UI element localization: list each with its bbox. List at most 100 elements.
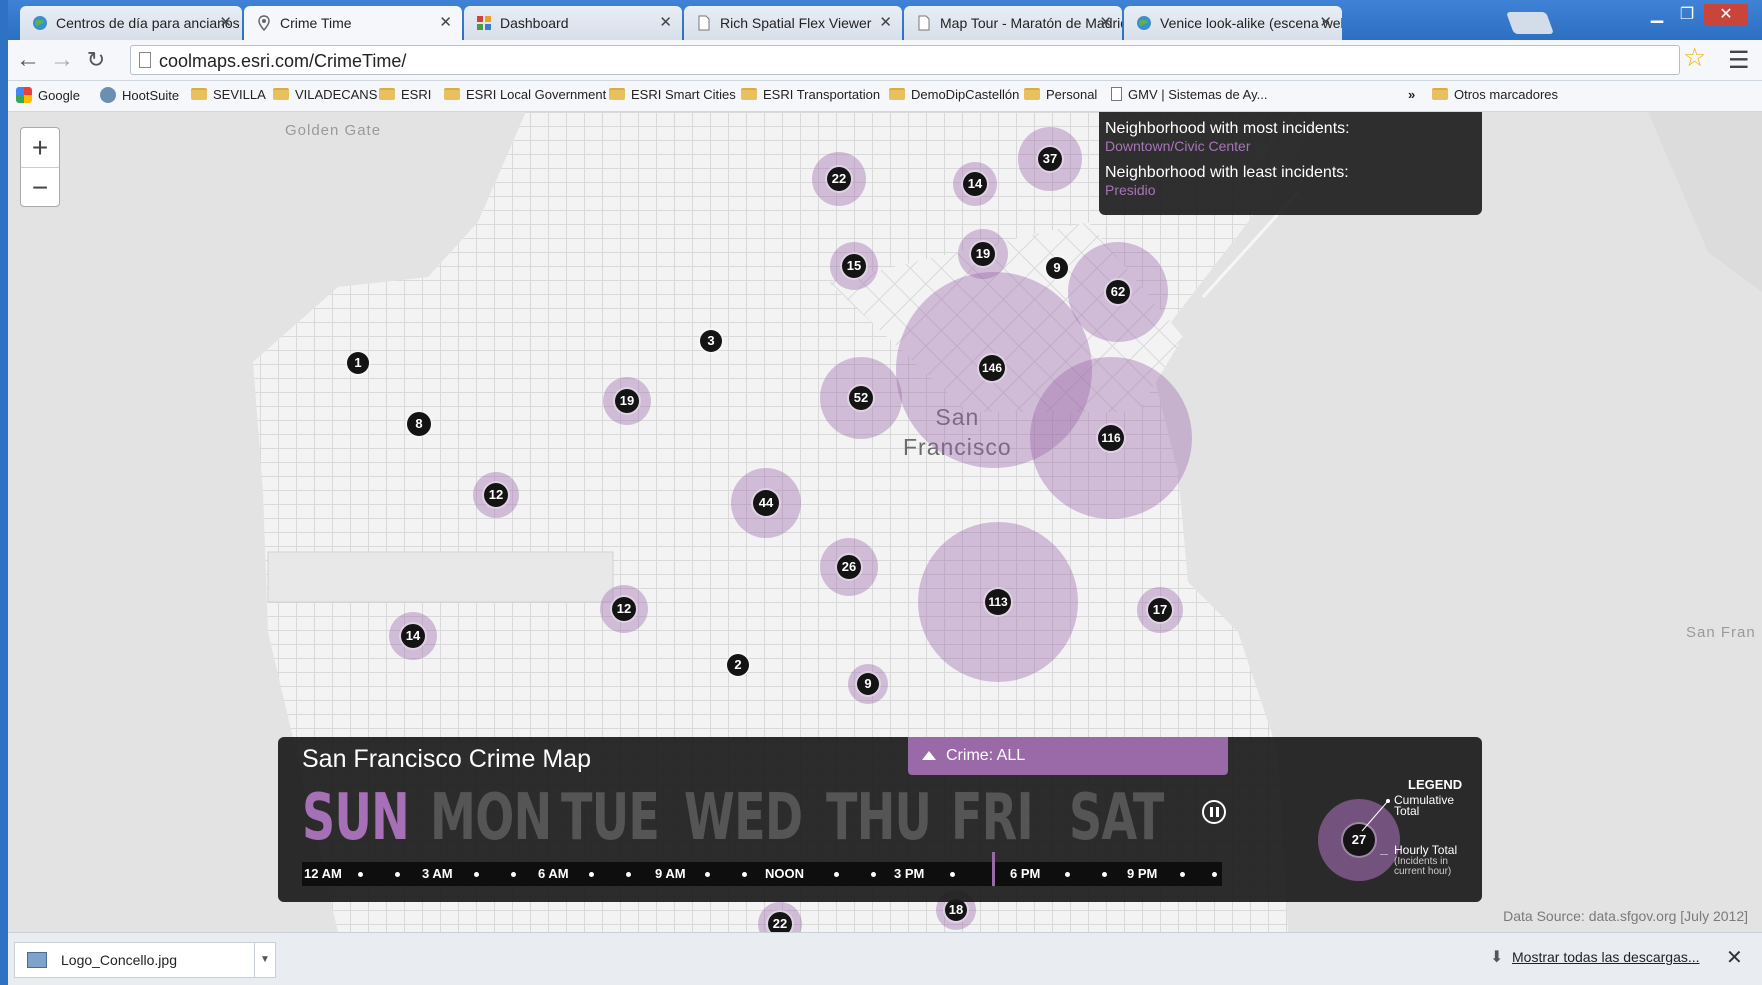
cluster-marker[interactable]: 14 <box>963 172 987 196</box>
cluster-marker[interactable]: 17 <box>1148 598 1172 622</box>
bookmark-google[interactable]: Google <box>16 87 80 103</box>
close-icon[interactable]: ✕ <box>219 6 232 40</box>
tab-label: Crime Time <box>280 15 352 31</box>
day-thu[interactable]: THU <box>826 781 932 855</box>
tab-crime-time[interactable]: Crime Time ✕ <box>244 6 462 40</box>
cluster-marker[interactable]: 1 <box>347 352 369 374</box>
globe-icon <box>1137 16 1151 30</box>
close-icon[interactable]: ✕ <box>879 6 892 40</box>
forward-arrow-icon[interactable]: → <box>48 46 76 74</box>
cluster-marker[interactable]: 15 <box>842 254 866 278</box>
golden-gate-park <box>267 551 614 603</box>
cluster-marker[interactable]: 19 <box>971 242 995 266</box>
dashboard-icon <box>477 16 491 30</box>
download-item[interactable]: Logo_Concello.jpg ▼ <box>14 942 276 978</box>
close-icon[interactable]: ✕ <box>439 6 452 40</box>
time-slider[interactable]: 12 AM 3 AM 6 AM 9 AM NOON 3 PM 6 PM 9 PM <box>302 852 1222 886</box>
data-source: Data Source: data.sfgov.org [July 2012] <box>1503 908 1748 924</box>
bookmark-sevilla[interactable]: SEVILLA <box>191 87 266 102</box>
bookmark-esri[interactable]: ESRI <box>379 87 431 102</box>
cluster-marker[interactable]: 2 <box>727 654 749 676</box>
close-icon[interactable]: ✕ <box>1726 945 1743 970</box>
cluster-marker[interactable]: 113 <box>985 589 1011 615</box>
back-arrow-icon[interactable]: ← <box>14 46 42 74</box>
cluster-marker[interactable]: 19 <box>615 389 639 413</box>
cluster-marker[interactable]: 22 <box>827 167 851 191</box>
day-tue[interactable]: TUE <box>561 781 660 855</box>
cluster-marker[interactable]: 146 <box>979 355 1005 381</box>
day-fri[interactable]: FRI <box>951 781 1034 855</box>
most-incidents-value[interactable]: Downtown/Civic Center <box>1105 138 1482 154</box>
day-wed[interactable]: WED <box>684 781 803 855</box>
time-tick <box>626 872 631 877</box>
image-file-icon <box>27 952 47 968</box>
restore-icon[interactable]: ❐ <box>1673 4 1701 26</box>
bookmark-personal[interactable]: Personal <box>1024 87 1097 102</box>
cluster-marker[interactable]: 12 <box>484 483 508 507</box>
cluster-marker[interactable]: 44 <box>753 490 779 516</box>
cluster-marker[interactable]: 37 <box>1038 147 1062 171</box>
day-mon[interactable]: MON <box>430 781 552 855</box>
menu-icon[interactable]: ☰ <box>1728 46 1750 75</box>
close-icon[interactable]: ✕ <box>1319 6 1332 40</box>
bookmark-demodipcastellon[interactable]: DemoDipCastellón <box>889 87 1019 102</box>
cluster-marker[interactable]: 9 <box>1046 257 1068 279</box>
cluster-marker[interactable]: 26 <box>837 555 861 579</box>
tab-map-tour[interactable]: Map Tour - Maratón de Madrid ✕ <box>904 6 1122 40</box>
time-slider-handle[interactable] <box>992 852 995 886</box>
folder-icon <box>191 88 207 100</box>
address-bar[interactable]: coolmaps.esri.com/CrimeTime/ <box>130 45 1680 75</box>
cluster-marker[interactable]: 8 <box>407 412 431 436</box>
bookmark-gmv[interactable]: GMV | Sistemas de Ay... <box>1111 87 1267 102</box>
close-icon[interactable]: ✕ <box>659 6 672 40</box>
folder-icon <box>444 88 460 100</box>
zoom-out-button[interactable]: − <box>21 168 59 207</box>
window-close-icon[interactable]: ✕ <box>1704 4 1748 26</box>
time-tick <box>1065 872 1070 877</box>
bookmark-esri-local-gov[interactable]: ESRI Local Government <box>444 87 606 102</box>
least-incidents-value[interactable]: Presidio <box>1105 182 1482 198</box>
cluster-marker[interactable]: 3 <box>700 330 722 352</box>
time-label: 3 PM <box>894 866 925 881</box>
cluster-marker[interactable]: 22 <box>768 912 792 932</box>
time-tick <box>1102 872 1107 877</box>
globe-icon <box>33 16 47 30</box>
new-tab-button[interactable] <box>1505 12 1555 34</box>
bookmarks-overflow-chevron-icon[interactable]: » <box>1408 87 1415 102</box>
day-sat[interactable]: SAT <box>1069 781 1164 855</box>
tab-centros[interactable]: Centros de día para ancianos ✕ <box>20 6 242 40</box>
minimize-icon[interactable]: ▁ <box>1643 4 1671 26</box>
tab-rich-spatial[interactable]: Rich Spatial Flex Viewer ✕ <box>684 6 902 40</box>
zoom-in-button[interactable]: + <box>21 128 59 168</box>
cluster-marker[interactable]: 116 <box>1098 425 1124 451</box>
bookmark-esri-transportation[interactable]: ESRI Transportation <box>741 87 880 102</box>
page-icon <box>918 15 930 31</box>
day-sun[interactable]: SUN <box>302 781 410 855</box>
legend-title: LEGEND <box>1408 777 1463 792</box>
tab-label: Venice look-alike (escena web <box>1160 15 1342 31</box>
cluster-marker[interactable]: 62 <box>1106 280 1130 304</box>
tab-dashboard[interactable]: Dashboard ✕ <box>464 6 682 40</box>
map-canvas[interactable]: + − Golden Gate San Fran San Francisco 3… <box>8 112 1762 932</box>
cluster-marker[interactable]: 9 <box>857 673 879 695</box>
bookmark-star-icon[interactable]: ☆ <box>1683 42 1706 73</box>
least-incidents-label: Neighborhood with least incidents: <box>1105 164 1349 181</box>
close-icon[interactable]: ✕ <box>1099 6 1112 40</box>
cluster-marker[interactable]: 18 <box>945 899 967 921</box>
reload-icon[interactable]: ↻ <box>82 46 110 74</box>
time-label: 6 AM <box>538 866 569 881</box>
url-text[interactable]: coolmaps.esri.com/CrimeTime/ <box>159 51 406 72</box>
folder-icon <box>1432 88 1448 100</box>
bookmark-esri-smart-cities[interactable]: ESRI Smart Cities <box>609 87 736 102</box>
cluster-marker[interactable]: 12 <box>612 597 636 621</box>
bookmark-viladecans[interactable]: VILADECANS <box>273 87 377 102</box>
show-all-downloads-link[interactable]: Mostrar todas las descargas... <box>1512 949 1700 965</box>
tab-venice[interactable]: Venice look-alike (escena web ✕ <box>1124 6 1342 40</box>
cluster-marker[interactable]: 14 <box>401 624 425 648</box>
chevron-down-icon[interactable]: ▼ <box>254 943 275 977</box>
pause-icon[interactable] <box>1202 800 1226 824</box>
cluster-marker[interactable]: 52 <box>849 386 873 410</box>
bookmark-hootsuite[interactable]: HootSuite <box>100 87 179 103</box>
crime-filter-dropdown[interactable]: Crime: ALL <box>908 737 1228 775</box>
bookmark-other[interactable]: Otros marcadores <box>1432 87 1558 102</box>
